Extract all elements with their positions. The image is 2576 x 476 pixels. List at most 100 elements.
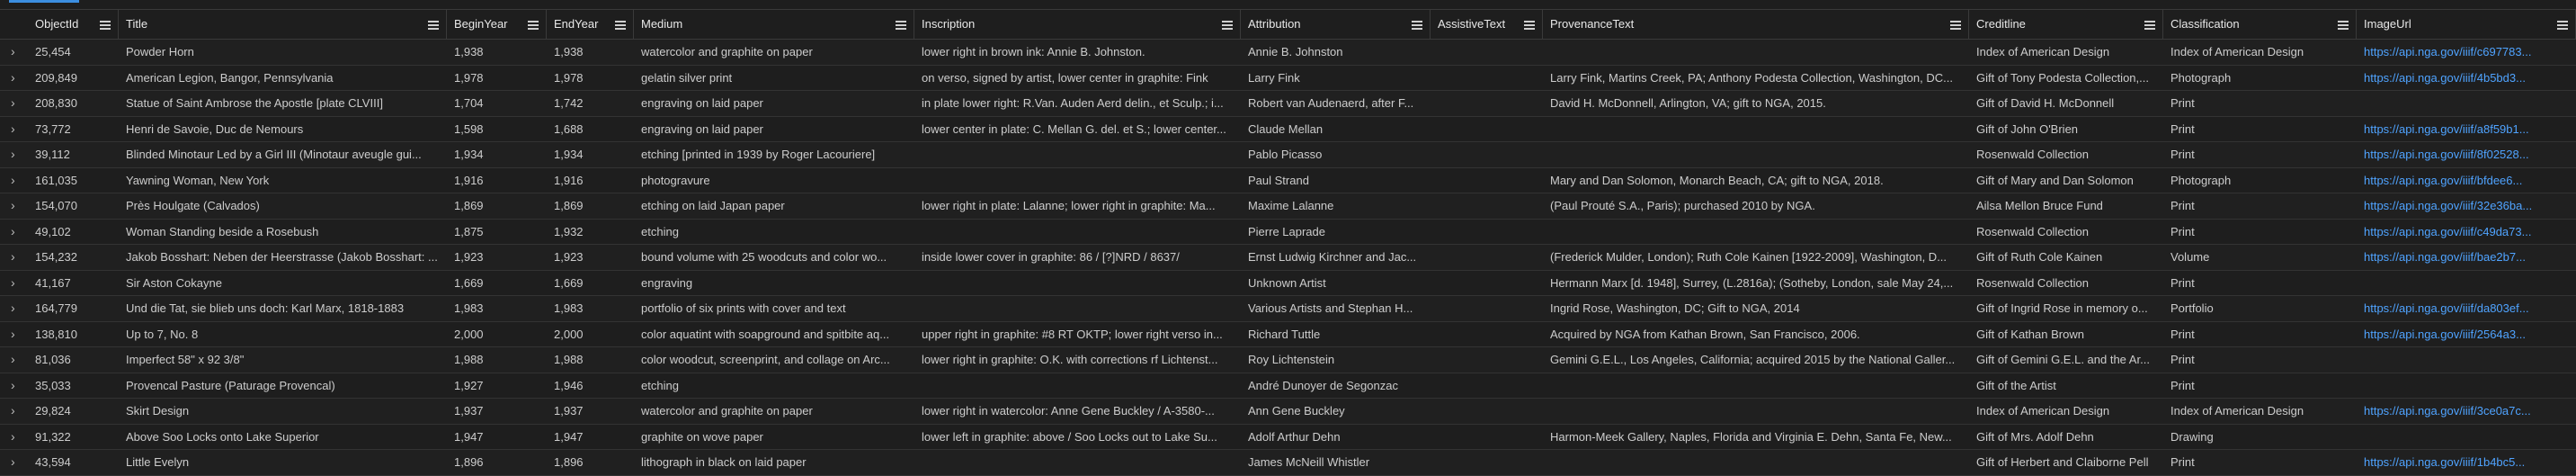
table-row[interactable]: › 138,810 Up to 7, No. 8 2,000 2,000 color aq… [0, 322, 2576, 347]
column-header-attribution[interactable]: Attribution [1241, 10, 1431, 39]
expand-row-chevron-icon[interactable]: › [11, 450, 15, 475]
column-menu-icon[interactable] [1524, 10, 1535, 39]
cell-attribution: Ann Gene Buckley [1248, 404, 1345, 418]
expand-row-chevron-icon[interactable]: › [11, 117, 15, 142]
column-header-provenancetext[interactable]: ProvenanceText [1543, 10, 1969, 39]
expand-row-chevron-icon[interactable]: › [11, 193, 15, 219]
table-row[interactable]: › 35,033 Provencal Pasture (Paturage Prove… [0, 373, 2576, 399]
column-menu-icon[interactable] [528, 10, 539, 39]
cell-title: Sir Aston Cokayne [126, 275, 222, 290]
cell-endyear: 1,742 [554, 96, 584, 110]
cell-imageurl[interactable]: https://api.nga.gov/iiif/da803ef... [2357, 296, 2576, 321]
column-header-beginyear[interactable]: BeginYear [447, 10, 547, 39]
cell-imageurl[interactable]: https://api.nga.gov/iiif/c697783... [2357, 40, 2576, 65]
cell-creditline: Index of American Design [1976, 404, 2110, 418]
expand-row-chevron-icon[interactable]: › [11, 220, 15, 245]
column-header-title[interactable]: Title [119, 10, 447, 39]
table-row[interactable]: › 49,102 Woman Standing beside a Rosebush 1… [0, 220, 2576, 245]
column-header-assistivetext[interactable]: AssistiveText [1431, 10, 1543, 39]
cell-imageurl[interactable]: https://api.nga.gov/iiif/bfdee6... [2357, 168, 2576, 193]
expand-row-chevron-icon[interactable]: › [11, 425, 15, 450]
expand-row-chevron-icon[interactable]: › [11, 66, 15, 91]
table-row[interactable]: › 29,824 Skirt Design 1,937 1,937 watercolor … [0, 399, 2576, 425]
cell-title: Woman Standing beside a Rosebush [126, 224, 319, 238]
cell-attribution: André Dunoyer de Segonzac [1248, 378, 1398, 392]
table-row[interactable]: › 41,167 Sir Aston Cokayne 1,669 1,669 engrav… [0, 271, 2576, 296]
cell-title: Und die Tat, sie blieb uns doch: Karl Ma… [126, 301, 405, 315]
column-menu-icon[interactable] [2338, 10, 2349, 39]
column-menu-icon[interactable] [2144, 10, 2155, 39]
expand-row-chevron-icon[interactable]: › [11, 271, 15, 296]
cell-medium: photogravure [641, 173, 710, 187]
expand-row-chevron-icon[interactable]: › [11, 91, 15, 116]
column-header-classification[interactable]: Classification [2163, 10, 2357, 39]
table-row[interactable]: › 25,454 Powder Horn 1,938 1,938 watercolor a… [0, 40, 2576, 66]
column-header-inscription[interactable]: Inscription [914, 10, 1241, 39]
table-row[interactable]: › 208,830 Statue of Saint Ambrose the Apos… [0, 91, 2576, 117]
cell-beginyear: 2,000 [454, 327, 484, 341]
table-row[interactable]: › 81,036 Imperfect 58" x 92 3/8" 1,988 1,988… [0, 347, 2576, 373]
cell-imageurl[interactable]: https://api.nga.gov/iiif/3ce0a7c... [2357, 399, 2576, 424]
cell-imageurl[interactable]: https://api.nga.gov/iiif/2564a3... [2357, 322, 2576, 347]
cell-beginyear: 1,923 [454, 250, 484, 264]
cell-beginyear: 1,598 [454, 121, 484, 136]
column-header-imageurl[interactable]: ImageUrl [2357, 10, 2576, 39]
grid-header: ObjectId Title BeginYear EndYear Medium Inscr… [0, 9, 2576, 40]
cell-objectid: 41,167 [35, 275, 71, 290]
column-header-medium[interactable]: Medium [634, 10, 914, 39]
column-menu-icon[interactable] [615, 10, 626, 39]
cell-classification: Print [2170, 121, 2195, 136]
cell-inscription [914, 271, 1241, 296]
cell-imageurl[interactable]: https://api.nga.gov/iiif/bae2b7... [2357, 245, 2576, 270]
column-header-objectid[interactable]: ObjectId [28, 10, 119, 39]
cell-inscription: lower right in graphite: O.K. with corre… [922, 353, 1218, 366]
column-header-endyear[interactable]: EndYear [547, 10, 634, 39]
table-row[interactable]: › 161,035 Yawning Woman, New York 1,916 1,91… [0, 168, 2576, 193]
cell-imageurl[interactable]: https://api.nga.gov/iiif/8f02528... [2357, 142, 2576, 167]
expand-row-chevron-icon[interactable]: › [11, 347, 15, 373]
cell-imageurl[interactable]: https://api.nga.gov/iiif/a8f59b1... [2357, 117, 2576, 142]
table-row[interactable]: › 91,322 Above Soo Locks onto Lake Superio… [0, 425, 2576, 450]
expand-row-chevron-icon[interactable]: › [11, 399, 15, 424]
expand-row-chevron-icon[interactable]: › [11, 245, 15, 270]
column-header-label: ObjectId [35, 17, 79, 31]
column-menu-icon[interactable] [1412, 10, 1422, 39]
column-menu-icon[interactable] [1950, 10, 1961, 39]
cell-assistivetext [1431, 220, 1543, 245]
table-row[interactable]: › 164,779 Und die Tat, sie blieb uns doch:… [0, 296, 2576, 322]
cell-provenancetext: Harmon-Meek Gallery, Naples, Florida and… [1550, 429, 1952, 444]
cell-attribution: Adolf Arthur Dehn [1248, 429, 1341, 444]
expand-row-chevron-icon[interactable]: › [11, 373, 15, 399]
cell-medium: etching on laid Japan paper [641, 199, 785, 212]
cell-classification: Index of American Design [2170, 45, 2304, 58]
expand-row-chevron-icon[interactable]: › [11, 168, 15, 193]
column-menu-icon[interactable] [896, 10, 906, 39]
cell-attribution: Paul Strand [1248, 173, 1309, 187]
table-row[interactable]: › 209,849 American Legion, Bangor, Pennsyl… [0, 66, 2576, 91]
cell-attribution: Pierre Laprade [1248, 224, 1325, 238]
cell-endyear: 1,869 [554, 199, 584, 212]
table-row[interactable]: › 154,232 Jakob Bosshart: Neben der Heerst… [0, 245, 2576, 271]
cell-medium: engraving [641, 275, 693, 290]
table-row[interactable]: › 39,112 Blinded Minotaur Led by a Girl II… [0, 142, 2576, 168]
table-row[interactable]: › 154,070 Près Houlgate (Calvados) 1,869 1,8… [0, 193, 2576, 220]
cell-imageurl[interactable]: https://api.nga.gov/iiif/1b4bc5... [2357, 450, 2576, 475]
cell-imageurl[interactable]: https://api.nga.gov/iiif/32e36ba... [2357, 193, 2576, 219]
column-menu-icon[interactable] [2557, 10, 2568, 39]
expand-row-chevron-icon[interactable]: › [11, 322, 15, 347]
cell-imageurl[interactable]: https://api.nga.gov/iiif/c49da73... [2357, 220, 2576, 245]
cell-title: Skirt Design [126, 404, 190, 418]
expand-row-chevron-icon[interactable]: › [11, 40, 15, 65]
cell-imageurl[interactable]: https://api.nga.gov/iiif/4b5bd3... [2357, 66, 2576, 91]
column-header-creditline[interactable]: Creditline [1969, 10, 2163, 39]
column-menu-icon[interactable] [100, 10, 111, 39]
column-menu-icon[interactable] [428, 10, 439, 39]
column-menu-icon[interactable] [1222, 10, 1233, 39]
table-row[interactable]: › 73,772 Henri de Savoie, Duc de Nemours 1,… [0, 117, 2576, 142]
expand-row-chevron-icon[interactable]: › [11, 142, 15, 167]
table-row[interactable]: › 43,594 Little Evelyn 1,896 1,896 lithograph… [0, 450, 2576, 476]
cell-medium: color aquatint with soapground and spitb… [641, 327, 890, 341]
cell-classification: Print [2170, 96, 2195, 110]
cell-objectid: 164,779 [35, 301, 77, 315]
expand-row-chevron-icon[interactable]: › [11, 296, 15, 321]
